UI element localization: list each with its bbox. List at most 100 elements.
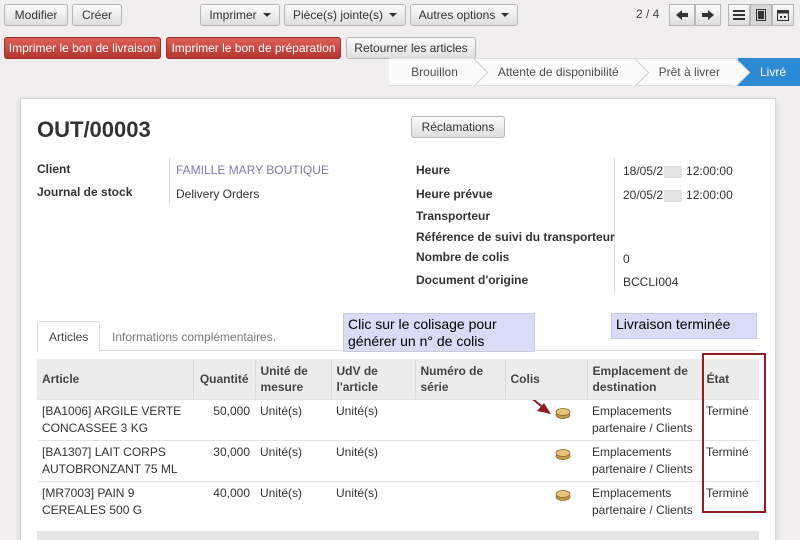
table-footer [37,531,759,540]
cell-article: [MR7003] PAIN 9 CEREALES 500 G [37,481,193,522]
notebook-tabs: Articles Informations complémentaires. [37,321,757,352]
header-line: série [420,380,449,394]
calendar-icon [777,10,789,21]
stage-brouillon[interactable]: Brouillon [389,58,476,86]
article-line: [MR7003] PAIN 9 [42,486,135,500]
cell-numero-serie [415,481,505,522]
stage-attente-disponibilite[interactable]: Attente de disponibilité [475,58,637,86]
tab-articles[interactable]: Articles [37,321,101,352]
article-line: [BA1307] LAIT CORPS [42,445,166,459]
status-bar: Brouillon Attente de disponibilité Prêt … [389,58,800,86]
stage-label: Livré [759,65,786,79]
cell-unite: Unité(s) [255,481,331,522]
page-title: OUT/00003 [37,117,151,142]
heure-time: 12:00:00 [686,164,733,178]
table-header: Article Quantité Unité de mesure UdV de l'… [37,359,759,400]
creer-button[interactable]: Créer [72,4,122,26]
client-value[interactable]: FAMILLE MARY BOUTIQUE [176,163,329,177]
package-icon[interactable] [555,448,571,460]
modifier-button[interactable]: Modifier [4,4,68,26]
cell-numero-serie [415,399,505,441]
col-numero-serie[interactable]: Numéro de série [415,359,506,400]
emplacement-line: Emplacements [592,445,672,459]
imprimer-bon-livraison-button[interactable]: Imprimer le bon de livraison [4,37,161,59]
retourner-articles-button[interactable]: Retourner les articles [346,37,476,59]
tab-informations[interactable]: Informations complémentaires. [101,321,287,352]
cell-quantite: 50,000 [193,399,255,441]
col-unite[interactable]: Unité de mesure [255,359,332,400]
header-line: UdV de [336,364,378,378]
table-row[interactable]: [BA1006] ARGILE VERTE CONCASSEE 3 KG 50,0… [37,399,759,441]
header-line: Unité de [260,364,308,378]
cell-emplacement: Emplacements partenaire / Clients [587,481,701,522]
emplacement-line: partenaire / Clients [592,462,693,476]
cell-udv: Unité(s) [331,481,415,522]
cell-article: [BA1307] LAIT CORPS AUTOBRONZANT 75 ML [37,440,193,482]
col-emplacement[interactable]: Emplacement de destination [587,359,702,400]
autres-options-label: Autres options [418,8,496,22]
pieces-jointes-dropdown[interactable]: Pièce(s) jointe(s) [284,4,406,26]
imprimer-dropdown[interactable]: Imprimer [200,4,280,26]
cell-quantite: 40,000 [193,481,255,522]
calendar-view-button[interactable] [772,4,794,26]
cell-colis [505,399,587,441]
journal-value: Delivery Orders [176,187,260,201]
emplacement-line: partenaire / Clients [592,421,693,435]
heure-prevue-value: 20/05/2 12:00:00 [623,188,733,202]
form-view-button[interactable] [750,4,772,26]
imprimer-label: Imprimer [209,8,257,22]
cell-colis [505,440,587,482]
stage-pret-a-livrer[interactable]: Prêt à livrer [636,58,738,86]
form-icon [756,9,766,21]
next-button[interactable] [695,4,721,26]
emplacement-line: partenaire / Clients [592,503,693,517]
cell-colis [505,481,587,522]
arrow-right-icon [702,10,714,20]
journal-label: Journal de stock [37,185,133,199]
emplacement-line: Emplacements [592,404,672,418]
move-lines-table: Article Quantité Unité de mesure UdV de l'… [37,359,759,522]
caret-down-icon [501,13,510,17]
package-icon[interactable] [555,489,571,501]
nb-colis-value: 0 [623,252,630,266]
cell-numero-serie [415,440,505,482]
list-view-button[interactable] [728,4,750,26]
col-article[interactable]: Article [37,359,194,400]
col-udv[interactable]: UdV de l'article [331,359,416,400]
field-divider [614,157,615,293]
article-line: AUTOBRONZANT 75 ML [42,462,178,476]
nb-colis-label: Nombre de colis [416,250,510,264]
doc-origine-label: Document d'origine [416,273,529,287]
col-quantite[interactable]: Quantité [193,359,256,400]
table-row[interactable]: [BA1307] LAIT CORPS AUTOBRONZANT 75 ML 30… [37,440,759,482]
cell-udv: Unité(s) [331,399,415,441]
autres-options-dropdown[interactable]: Autres options [410,4,518,26]
package-icon[interactable] [555,407,571,419]
article-line: CEREALES 500 G [42,503,143,517]
cell-udv: Unité(s) [331,440,415,482]
pager-value: 2 / 4 [636,7,660,21]
imprimer-bon-preparation-button[interactable]: Imprimer le bon de préparation [166,37,341,59]
header-line: destination [592,380,657,394]
reclamations-button[interactable]: Réclamations [411,116,505,138]
header-line: Emplacement de [592,364,688,378]
previous-button[interactable] [669,4,695,26]
header-line: Numéro de [420,364,484,378]
heure-prevue-date: 20/05/2 [623,188,664,202]
doc-origine-value: BCCLI004 [623,275,679,289]
heure-prevue-time: 12:00:00 [686,188,733,202]
cell-unite: Unité(s) [255,440,331,482]
emplacement-line: Emplacements [592,486,672,500]
cell-article: [BA1006] ARGILE VERTE CONCASSEE 3 KG [37,399,193,441]
cell-quantite: 30,000 [193,440,255,482]
table-row[interactable]: [MR7003] PAIN 9 CEREALES 500 G 40,000 Uni… [37,481,759,522]
stage-label: Brouillon [411,65,458,79]
cell-unite: Unité(s) [255,399,331,441]
col-colis[interactable]: Colis [505,359,588,400]
stage-label: Prêt à livrer [658,65,720,79]
article-line: [BA1006] ARGILE VERTE [42,404,182,418]
cell-emplacement: Emplacements partenaire / Clients [587,440,701,482]
caret-down-icon [389,13,398,17]
blurred-area [664,189,683,202]
blurred-area [664,165,683,178]
